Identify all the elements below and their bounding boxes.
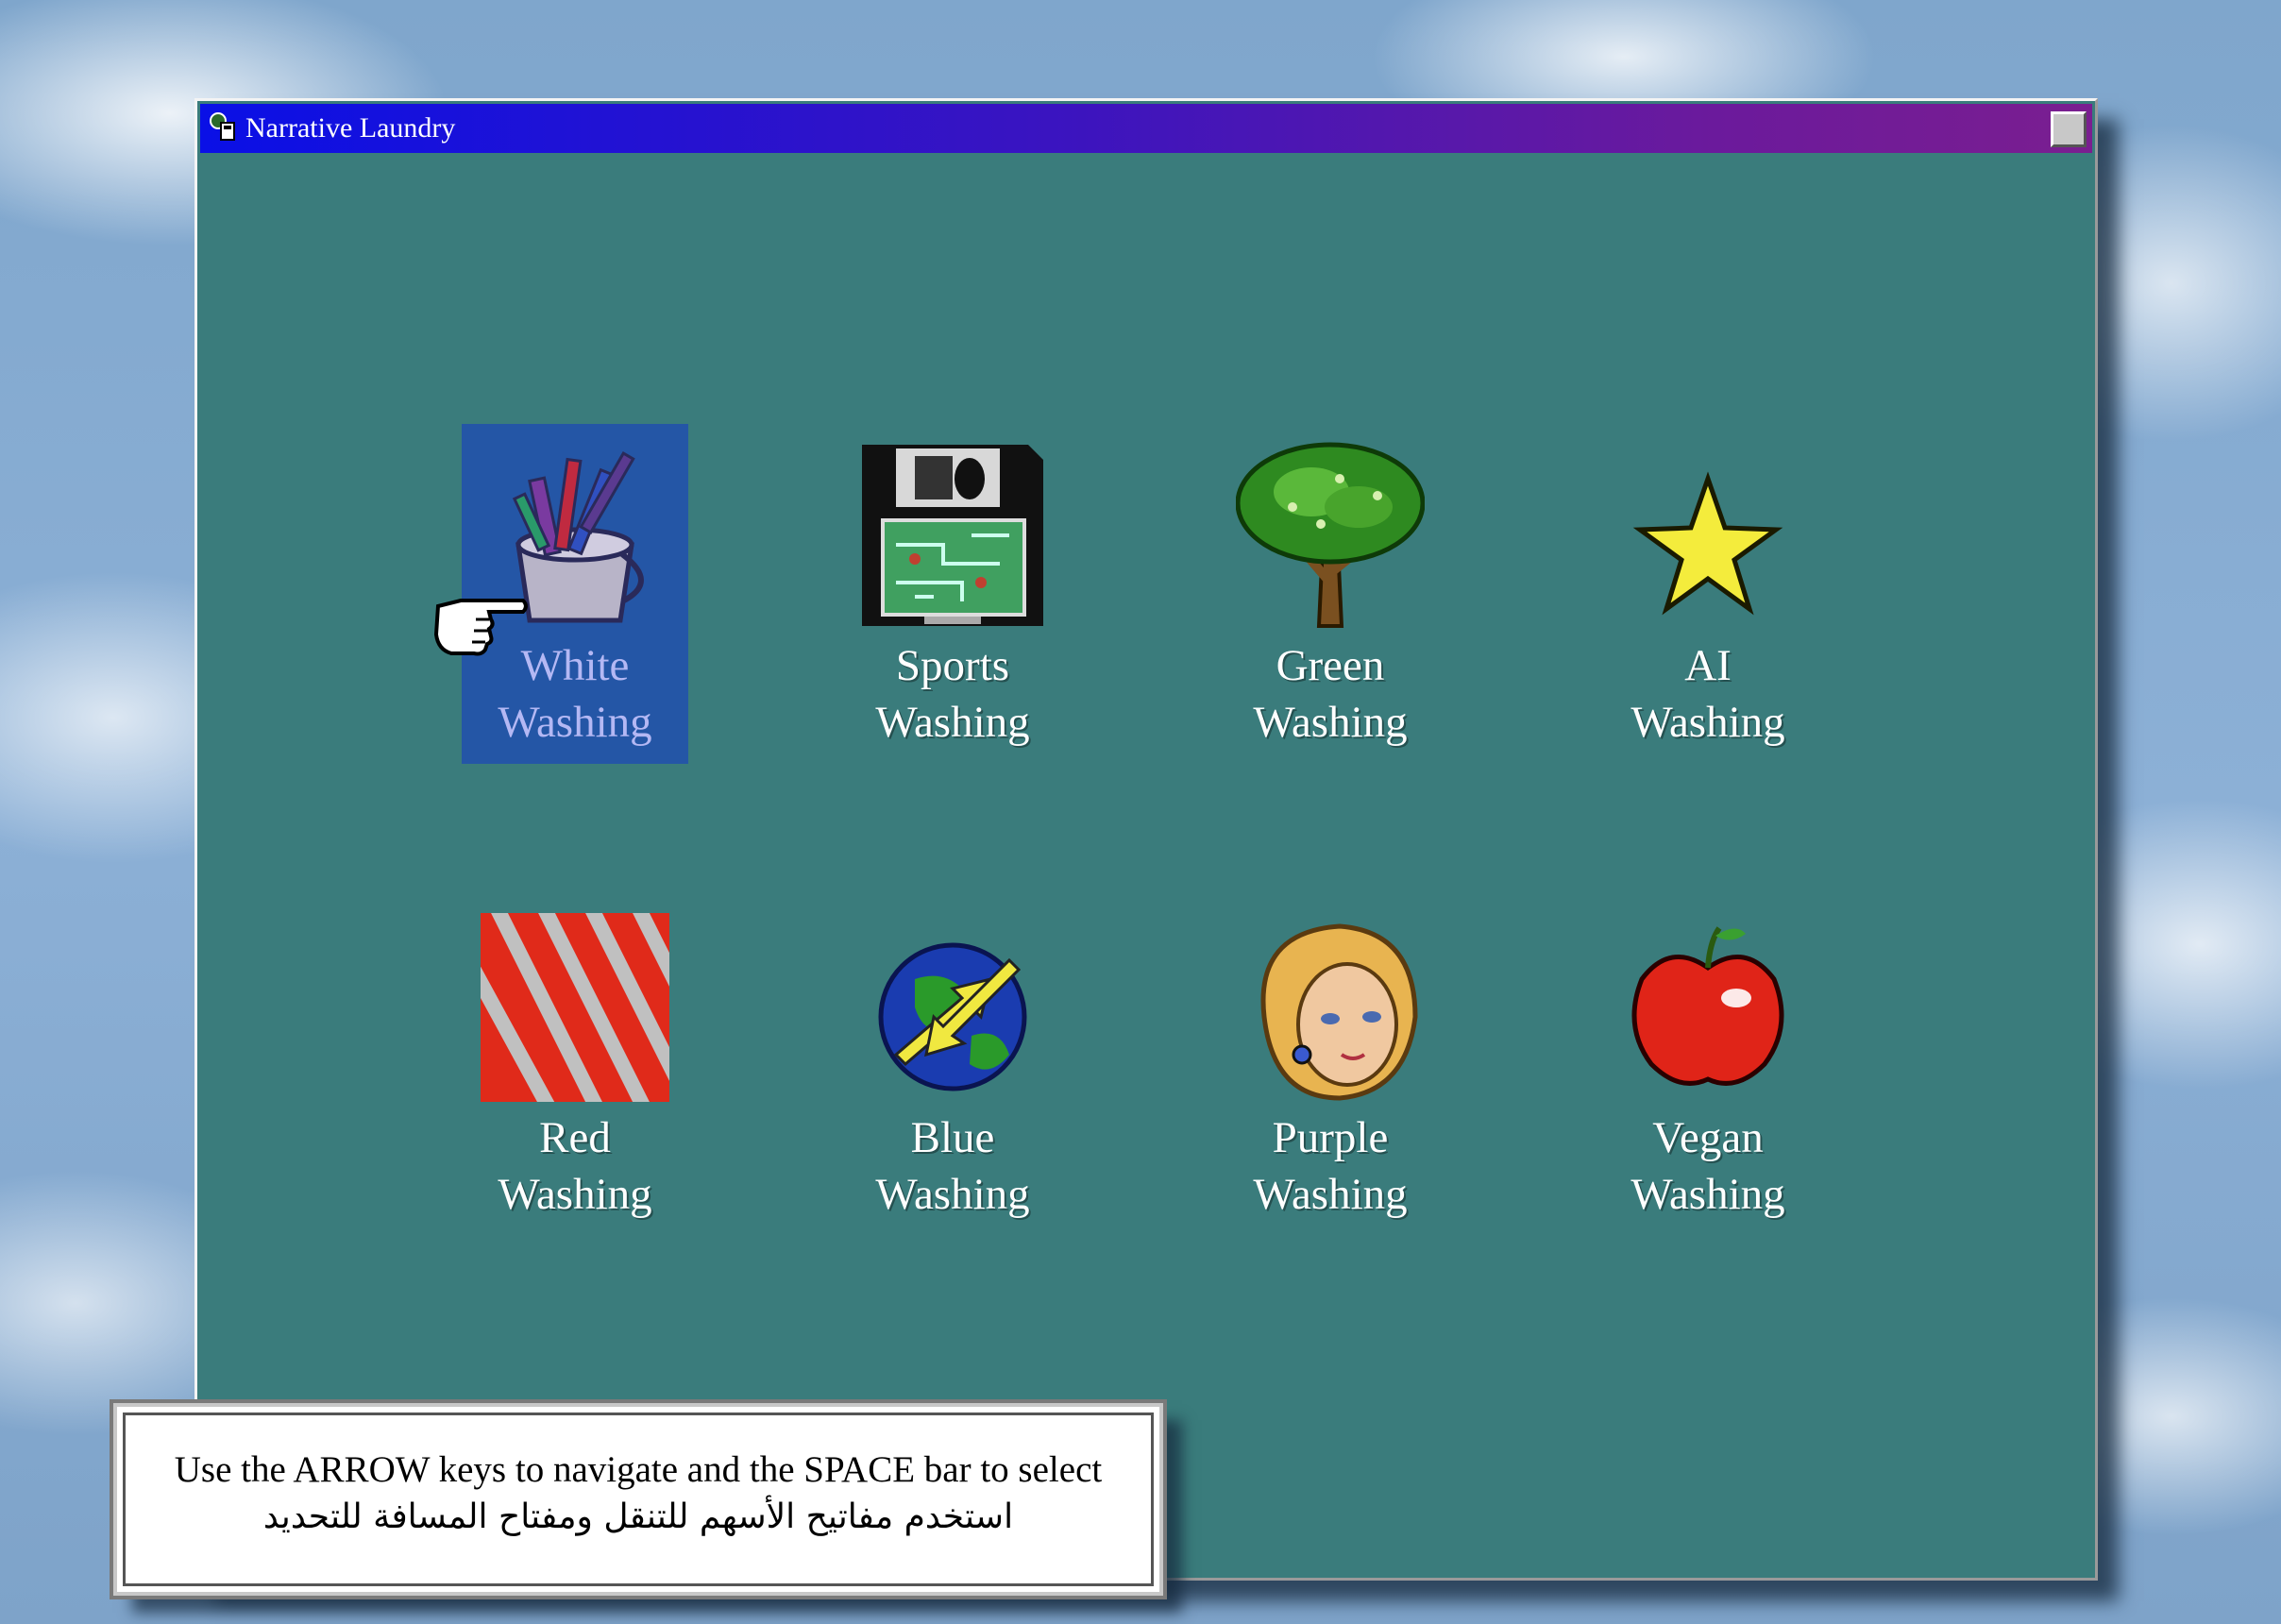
tile-label: Red Washing — [498, 1113, 652, 1219]
apple-icon — [1631, 926, 1784, 1086]
tile-label: Purple Washing — [1253, 1113, 1408, 1219]
instructions-english: Use the ARROW keys to navigate and the S… — [174, 1449, 1103, 1490]
tile-ai-washing[interactable]: AI Washing — [1595, 424, 1821, 764]
tile-label: Blue Washing — [875, 1113, 1030, 1219]
tile-red-washing[interactable]: Red Washing — [462, 896, 688, 1236]
tile-label: Vegan Washing — [1630, 1113, 1785, 1219]
app-icon — [210, 112, 235, 141]
woman-face-icon — [1260, 923, 1418, 1101]
instructions-arabic: استخدم مفاتيح الأسهم للتنقل ومفتاح المسا… — [262, 1497, 1014, 1536]
tile-vegan-washing[interactable]: Vegan Washing — [1595, 896, 1821, 1236]
tree-icon — [1236, 442, 1425, 628]
instructions-box: Use the ARROW keys to navigate and the S… — [110, 1399, 1167, 1599]
star-icon — [1632, 471, 1783, 616]
red-stripes-icon — [481, 913, 669, 1102]
tile-sports-washing[interactable]: Sports Washing — [839, 424, 1066, 764]
tile-purple-washing[interactable]: Purple Washing — [1217, 896, 1444, 1236]
floppy-disk-icon — [862, 445, 1043, 626]
pointing-hand-cursor-icon — [433, 599, 528, 656]
tile-label: AI Washing — [1630, 641, 1785, 747]
window-title: Narrative Laundry — [245, 112, 456, 144]
title-bar[interactable]: Narrative Laundry — [200, 104, 2092, 153]
globe-arrows-icon — [878, 942, 1027, 1091]
tile-blue-washing[interactable]: Blue Washing — [839, 896, 1066, 1236]
narrative-laundry-window: Narrative Laundry White Washing Sports W… — [194, 98, 2098, 1581]
tile-label: Sports Washing — [875, 641, 1030, 747]
window-button-icon[interactable] — [2051, 111, 2087, 147]
tile-label: Green Washing — [1253, 641, 1408, 747]
tile-green-washing[interactable]: Green Washing — [1217, 424, 1444, 764]
